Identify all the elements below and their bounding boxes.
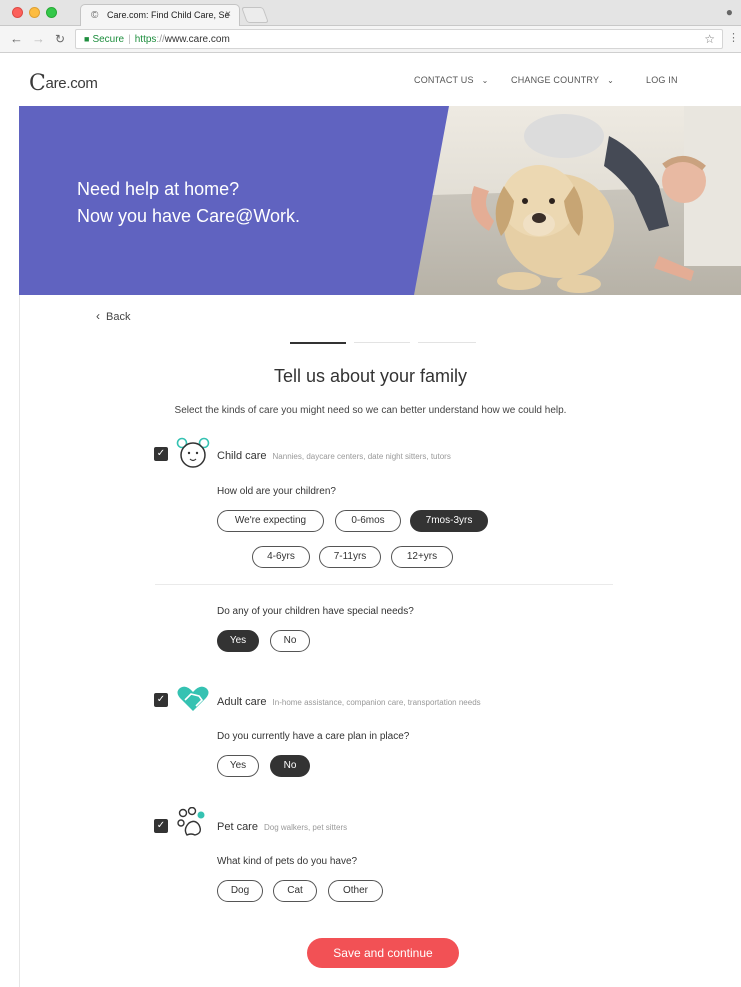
adult-care-checkbox[interactable]: ✓: [154, 693, 168, 707]
child-care-label: Child care Nannies, daycare centers, date…: [217, 450, 451, 462]
child-care-description: Nannies, daycare centers, date night sit…: [272, 452, 451, 461]
page-left-border: [19, 295, 20, 987]
browser-tab[interactable]: © Care.com: Find Child Care, Se ×: [80, 4, 240, 26]
children-age-question: How old are your children?: [217, 486, 336, 497]
special-needs-yes[interactable]: Yes: [217, 630, 259, 652]
new-tab-button[interactable]: [241, 7, 269, 23]
tab-title: Care.com: Find Child Care, Se: [107, 10, 230, 20]
care-logo[interactable]: Care.com: [29, 69, 98, 96]
tab-strip: © Care.com: Find Child Care, Se × ●: [0, 0, 741, 26]
forward-arrow-icon[interactable]: →: [32, 31, 45, 46]
age-option-12plus[interactable]: 12+yrs: [391, 546, 453, 568]
minimize-window-button[interactable]: [29, 7, 40, 18]
progress-step-3: [418, 342, 476, 343]
progress-step-1: [290, 342, 346, 344]
browser-window: © Care.com: Find Child Care, Se × ● ← → …: [0, 0, 741, 987]
url-separator: |: [128, 34, 131, 45]
pet-care-checkbox[interactable]: ✓: [154, 819, 168, 833]
pet-option-dog[interactable]: Dog: [217, 880, 263, 902]
reload-icon[interactable]: ↻: [55, 32, 65, 46]
hero-headline: Need help at home? Now you have Care@Wor…: [77, 176, 300, 230]
care-plan-yes[interactable]: Yes: [217, 755, 259, 777]
pet-option-cat[interactable]: Cat: [273, 880, 317, 902]
child-care-checkbox[interactable]: ✓: [154, 447, 168, 461]
url-slashes: ://: [156, 34, 165, 45]
adult-care-description: In-home assistance, companion care, tran…: [272, 698, 481, 707]
chevron-down-icon: ⌄: [481, 76, 489, 85]
care-plan-no[interactable]: No: [270, 755, 310, 777]
special-needs-question: Do any of your children have special nee…: [217, 606, 414, 617]
care-plan-question: Do you currently have a care plan in pla…: [217, 731, 410, 742]
nav-change-country[interactable]: CHANGE COUNTRY ⌄: [511, 75, 614, 85]
browser-toolbar: ← → ↻ ■ Secure | https://www.care.com ☆ ⋮: [0, 26, 741, 53]
pet-option-other[interactable]: Other: [328, 880, 383, 902]
tab-close-icon[interactable]: ×: [225, 9, 231, 20]
heart-hands-icon: [177, 686, 209, 711]
secure-label: Secure: [92, 34, 125, 45]
close-window-button[interactable]: [12, 7, 23, 18]
hero-line-1: Need help at home?: [77, 179, 240, 199]
pets-question: What kind of pets do you have?: [217, 856, 358, 867]
url-host: www.care.com: [164, 34, 230, 45]
nav-log-in[interactable]: LOG IN: [646, 75, 678, 85]
chevron-down-icon: ⌄: [607, 76, 615, 85]
site-header: Care.com CONTACT US ⌄ CHANGE COUNTRY ⌄ LOG…: [19, 54, 741, 106]
teddy-bear-icon: [176, 437, 210, 468]
hero-line-2: Now you have Care@Work.: [77, 206, 301, 226]
chevron-left-icon: ‹: [96, 309, 100, 323]
profile-icon[interactable]: ●: [726, 5, 733, 19]
paw-print-icon: [177, 807, 205, 836]
favicon-icon: ©: [91, 10, 99, 21]
age-option-7mos-3yrs[interactable]: 7mos-3yrs: [410, 510, 488, 532]
address-bar[interactable]: ■ Secure | https://www.care.com ☆: [75, 29, 723, 49]
age-option-0-6mos[interactable]: 0-6mos: [335, 510, 401, 532]
section-divider: [155, 584, 613, 585]
age-option-4-6yrs[interactable]: 4-6yrs: [252, 546, 310, 568]
maximize-window-button[interactable]: [46, 7, 57, 18]
hero-banner: Need help at home? Now you have Care@Wor…: [19, 106, 741, 295]
pet-care-label: Pet care Dog walkers, pet sitters: [217, 821, 348, 833]
lock-icon: ■: [84, 34, 90, 44]
progress-step-2: [354, 342, 410, 343]
back-arrow-icon[interactable]: ←: [10, 31, 23, 46]
age-option-expecting[interactable]: We're expecting: [217, 510, 324, 532]
age-option-7-11yrs[interactable]: 7-11yrs: [319, 546, 381, 568]
page-subtitle: Select the kinds of care you might need …: [174, 405, 567, 416]
save-and-continue-button[interactable]: Save and continue: [307, 938, 459, 968]
pet-care-description: Dog walkers, pet sitters: [263, 823, 348, 832]
special-needs-no[interactable]: No: [270, 630, 310, 652]
url-scheme: https: [134, 34, 157, 45]
browser-menu-icon[interactable]: ⋮: [728, 31, 739, 44]
nav-contact-us[interactable]: CONTACT US ⌄: [414, 75, 489, 85]
page-title: Tell us about your family: [273, 366, 468, 386]
adult-care-label: Adult care In-home assistance, companion …: [217, 696, 481, 708]
back-link[interactable]: ‹ Back: [96, 309, 130, 323]
bookmark-star-icon[interactable]: ☆: [704, 32, 715, 46]
